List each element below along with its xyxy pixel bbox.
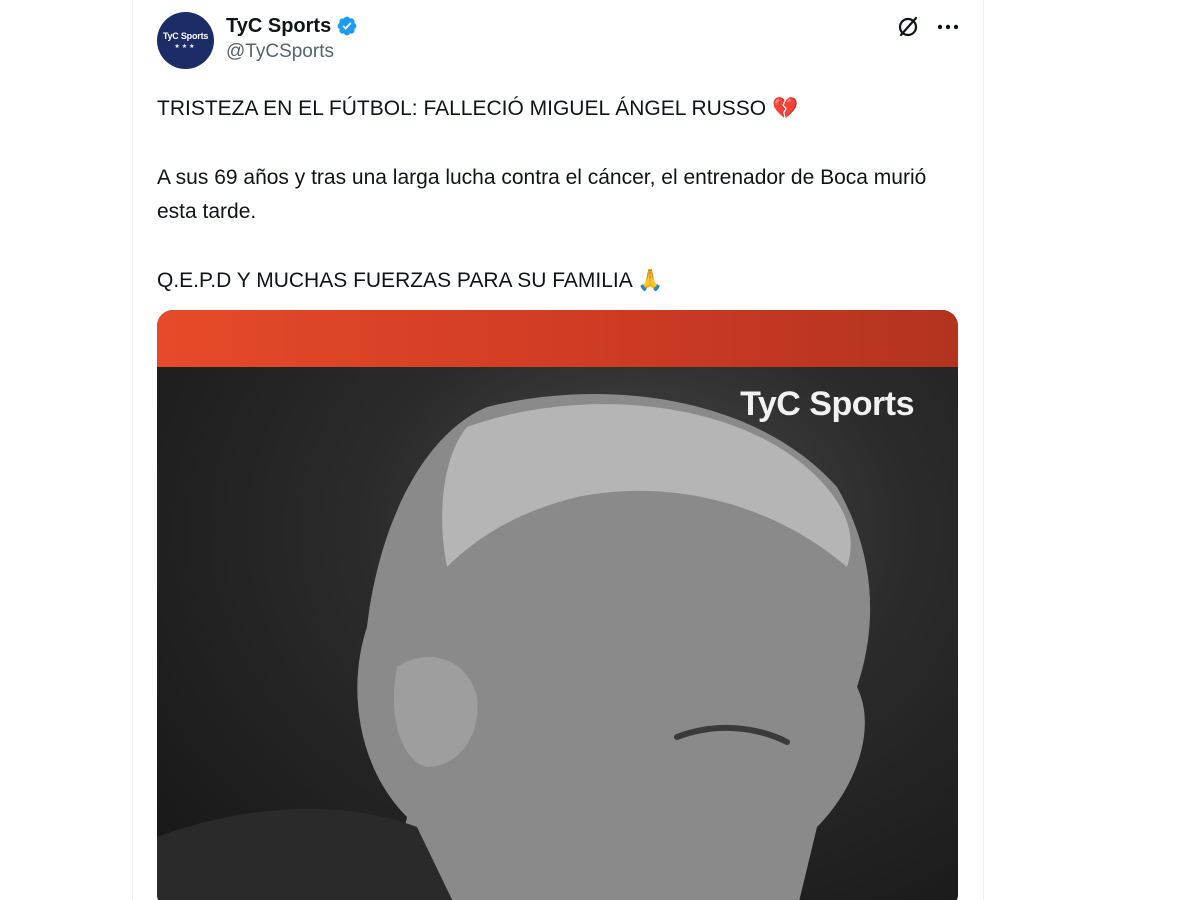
more-options-icon[interactable] [935, 14, 961, 40]
portrait-silhouette [157, 394, 871, 900]
media-photo [157, 367, 958, 900]
author-block: TyC Sports @TyCSports [226, 13, 358, 63]
handle[interactable]: @TyCSports [226, 41, 358, 63]
media-banner [157, 310, 958, 367]
top-actions [895, 14, 961, 40]
verified-badge-icon [336, 15, 358, 37]
tweet-body: A sus 69 años y tras una larga lucha con… [157, 166, 927, 223]
tweet-card[interactable]: TyC Sports ★★★ TyC Sports @TyCSports TRI… [132, 0, 984, 900]
name-row: TyC Sports [226, 13, 358, 39]
media-watermark: TyC Sports [740, 385, 914, 423]
tweet-closing: Q.E.P.D Y MUCHAS FUERZAS PARA SU FAMILIA… [157, 269, 664, 292]
grok-icon[interactable] [895, 14, 921, 40]
page: TyC Sports ★★★ TyC Sports @TyCSports TRI… [0, 0, 1200, 900]
tweet-text: TRISTEZA EN EL FÚTBOL: FALLECIÓ MIGUEL Á… [157, 92, 957, 298]
avatar-logo-text: TyC Sports [162, 31, 209, 41]
tweet-headline: TRISTEZA EN EL FÚTBOL: FALLECIÓ MIGUEL Á… [157, 97, 799, 120]
avatar[interactable]: TyC Sports ★★★ [157, 12, 214, 69]
tweet-media-image[interactable]: TyC Sports [157, 310, 958, 900]
avatar-stars: ★★★ [174, 44, 197, 50]
display-name[interactable]: TyC Sports [226, 15, 331, 38]
